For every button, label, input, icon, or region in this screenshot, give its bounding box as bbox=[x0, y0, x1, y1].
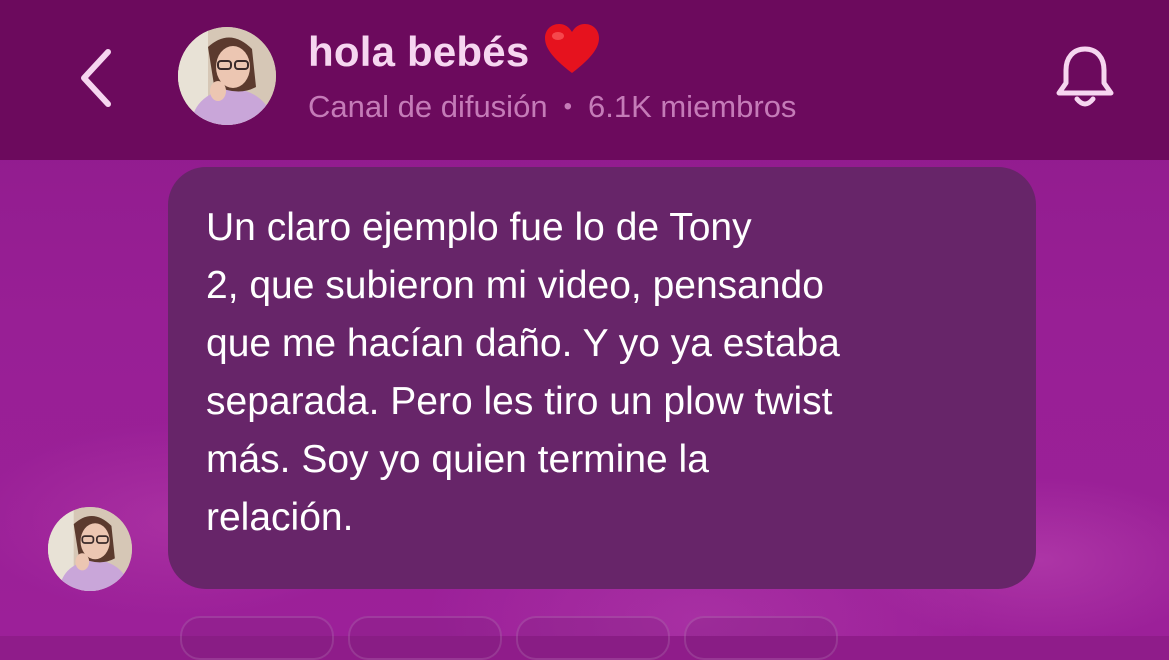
message-line: que me hacían daño. Y yo ya estaba bbox=[206, 322, 840, 365]
channel-type: Canal de difusión bbox=[308, 89, 548, 124]
chevron-left-icon bbox=[81, 49, 111, 107]
profile-photo bbox=[48, 507, 132, 591]
reaction-chip[interactable] bbox=[348, 616, 502, 660]
channel-title: hola bebés bbox=[308, 28, 530, 75]
message-line: 2, que subieron mi video, pensando bbox=[206, 264, 824, 307]
notifications-button[interactable] bbox=[1048, 40, 1122, 114]
red-heart-icon bbox=[543, 23, 601, 82]
message-bubble[interactable]: Un claro ejemplo fue lo de Tony 2, que s… bbox=[168, 167, 1036, 589]
sender-avatar[interactable] bbox=[48, 507, 132, 591]
member-count: 6.1K miembros bbox=[587, 89, 797, 124]
message-line: más. Soy yo quien termine la bbox=[206, 438, 709, 481]
message-line: relación. bbox=[206, 496, 354, 539]
back-button[interactable] bbox=[66, 40, 126, 116]
channel-title-row[interactable]: hola bebés bbox=[308, 22, 601, 82]
message-line: Un claro ejemplo fue lo de Tony bbox=[206, 206, 752, 249]
message-line: separada. Pero les tiro un plow twist bbox=[206, 380, 833, 423]
bell-icon bbox=[1056, 46, 1114, 107]
reaction-chip[interactable] bbox=[516, 616, 670, 660]
reaction-bar bbox=[180, 616, 838, 660]
reaction-chip[interactable] bbox=[684, 616, 838, 660]
channel-subtitle: Canal de difusión • 6.1K miembros bbox=[308, 87, 796, 127]
reaction-chip[interactable] bbox=[180, 616, 334, 660]
profile-photo bbox=[178, 27, 276, 125]
subtitle-separator: • bbox=[563, 93, 572, 120]
channel-avatar[interactable] bbox=[178, 27, 276, 125]
channel-header: hola bebés Canal de difusión • 6.1K miem… bbox=[0, 0, 1169, 160]
